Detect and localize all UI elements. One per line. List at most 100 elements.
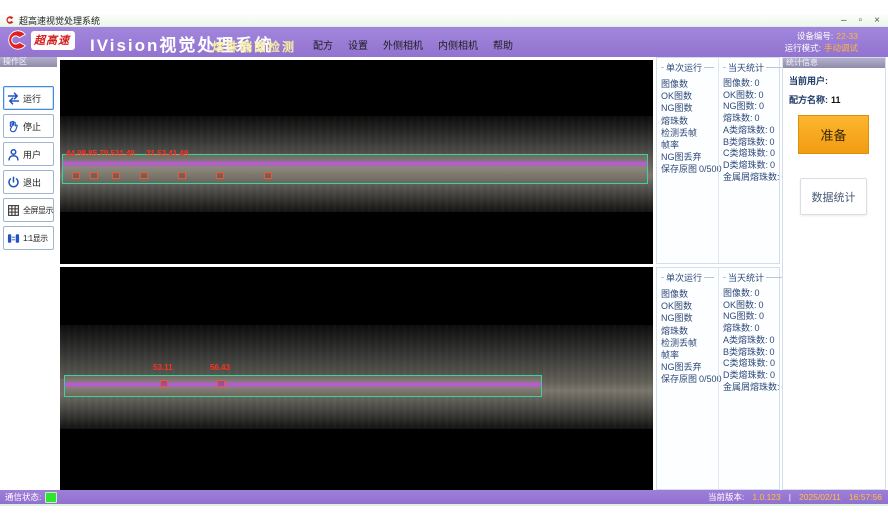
annotation-left: 44.98,85.79,531.49 <box>66 149 135 158</box>
fullscreen-button-label: 全屏显示 <box>23 205 53 216</box>
stat-row: 帧率 <box>661 349 714 361</box>
stat-row: A类熔珠数:0 <box>723 335 787 347</box>
status-bar: 通信状态: 当前版本: 1.0.123 | 2025/02/11 16:57:5… <box>0 490 888 504</box>
menu-item[interactable]: 设置 <box>348 37 368 52</box>
stat-row: 帧率 <box>661 139 714 151</box>
single-run-column: 单次运行 图像数OK图数NG图数熔珠数检测丢帧帧率NG图丢弃保存原图0/500 <box>657 58 718 263</box>
app-header: 超高速 IVision视觉处理系统 熔珠端面检测 配方设置外侧相机内侧相机帮助 … <box>0 27 888 57</box>
stat-row: D类熔珠数:0 <box>723 370 787 382</box>
stat-row: 图像数:0 <box>723 288 787 300</box>
defect-marker <box>112 172 120 179</box>
close-button[interactable]: × <box>874 16 880 26</box>
one-to-one-button-label: 1:1显示 <box>23 233 48 244</box>
ready-button[interactable]: 准备 <box>798 115 869 154</box>
stat-row: 熔珠数:0 <box>723 113 787 125</box>
fullscreen-button[interactable]: 全屏显示 <box>3 198 54 222</box>
stat-row: NG图数:0 <box>723 101 787 113</box>
camera-view-bottom[interactable]: 53.11 56.43 <box>60 267 653 490</box>
stat-row: 图像数:0 <box>723 78 787 90</box>
stop-hand-icon <box>5 118 21 134</box>
one-to-one-button[interactable]: 1:1显示 <box>3 226 54 250</box>
defect-marker <box>160 380 168 387</box>
run-button[interactable]: 运行 <box>3 86 54 110</box>
fullscreen-grid-icon <box>5 202 21 218</box>
recipe-name-line: 配方名称:11 <box>789 93 885 106</box>
stop-button-label: 停止 <box>23 120 41 133</box>
measurement-line <box>63 162 647 165</box>
stat-row: OK图数:0 <box>723 90 787 102</box>
minimize-button[interactable]: – <box>841 16 847 26</box>
stat-row: OK图数 <box>661 90 714 102</box>
detection-roi-rect <box>64 375 542 397</box>
power-icon <box>5 174 21 190</box>
stat-row: 熔珠数:0 <box>723 323 787 335</box>
stat-row: NG图丢弃 <box>661 361 714 373</box>
stat-row: B类熔珠数:0 <box>723 137 787 149</box>
recipe-name-value: 11 <box>831 95 841 105</box>
version-value: 1.0.123 <box>752 492 780 502</box>
stat-row: 保存原图0/500 <box>661 373 714 385</box>
app-logo-icon <box>5 15 15 25</box>
defect-marker <box>178 172 186 179</box>
main-window: 超高速视觉处理系统 – ▫ × 超高速 IVision视觉处理系统 熔珠端面检测… <box>0 0 888 522</box>
brand-swoosh-icon <box>5 29 29 51</box>
data-statistics-button[interactable]: 数据统计 <box>800 178 867 215</box>
comm-status-led <box>45 492 57 503</box>
today-stats-column: 当天统计 图像数:0OK图数:0NG图数:0熔珠数:0A类熔珠数:0B类熔珠数:… <box>718 58 791 263</box>
stat-row: 图像数 <box>661 288 714 300</box>
defect-marker <box>72 172 80 179</box>
menu-item[interactable]: 帮助 <box>493 37 513 52</box>
defect-marker <box>90 172 98 179</box>
version-label: 当前版本: <box>708 491 744 503</box>
version-info: 当前版本: 1.0.123 | 2025/02/11 16:57:56 <box>708 490 882 504</box>
exit-button[interactable]: 退出 <box>3 170 54 194</box>
stat-row: B类熔珠数:0 <box>723 347 787 359</box>
marker-value-2: 56.43 <box>210 363 230 372</box>
stat-row: NG图数 <box>661 312 714 324</box>
stat-row: D类熔珠数:0 <box>723 160 787 172</box>
defect-marker <box>264 172 272 179</box>
stat-row: 金属屑熔珠数:0 <box>723 382 787 394</box>
window-title: 超高速视觉处理系统 <box>19 14 100 27</box>
camera-view-top[interactable]: 44.98,85.79,531.49 31.53,41.49 <box>60 60 653 264</box>
sidebar-title: 操作区 <box>0 57 57 67</box>
measurement-line <box>65 383 541 386</box>
user-button[interactable]: 用户 <box>3 142 54 166</box>
run-icon <box>5 90 21 106</box>
stat-row: C类熔珠数:0 <box>723 148 787 160</box>
stop-button[interactable]: 停止 <box>3 114 54 138</box>
current-user-label: 当前用户: <box>789 76 828 86</box>
statistics-info-panel: 统计信息 当前用户: 配方名称:11 准备 数据统计 <box>782 57 886 490</box>
stat-row: A类熔珠数:0 <box>723 125 787 137</box>
menu-item[interactable]: 外侧相机 <box>383 37 423 52</box>
stat-row: 检测丢帧 <box>661 337 714 349</box>
stat-row: 金属屑熔珠数:0 <box>723 172 787 184</box>
brand-logo-text: 超高速 <box>31 31 75 50</box>
run-mode-label: 运行模式: <box>785 43 821 53</box>
defect-marker <box>216 172 224 179</box>
brand-logo: 超高速 <box>5 29 75 51</box>
restore-button[interactable]: ▫ <box>859 16 863 26</box>
one-to-one-icon <box>5 230 21 246</box>
menu-item[interactable]: 配方 <box>313 37 333 52</box>
stat-row: 保存原图0/500 <box>661 163 714 175</box>
stat-row: 熔珠数 <box>661 325 714 337</box>
time-value: 16:57:56 <box>849 492 882 502</box>
stat-row: NG图数:0 <box>723 311 787 323</box>
stat-row: 图像数 <box>661 78 714 90</box>
device-number-label: 设备编号: <box>797 31 833 41</box>
device-number-line: 设备编号:22-33 <box>785 30 858 42</box>
single-run-column: 单次运行 图像数OK图数NG图数熔珠数检测丢帧帧率NG图丢弃保存原图0/500 <box>657 268 718 489</box>
defect-marker <box>217 380 225 387</box>
user-icon <box>5 146 21 162</box>
stats-panel-top: 单次运行 图像数OK图数NG图数熔珠数检测丢帧帧率NG图丢弃保存原图0/500 … <box>656 57 780 264</box>
today-stats-title: 当天统计 <box>723 271 787 284</box>
stat-row: OK图数:0 <box>723 300 787 312</box>
user-button-label: 用户 <box>23 148 41 161</box>
single-run-title: 单次运行 <box>661 61 714 74</box>
defect-marker <box>140 172 148 179</box>
single-run-title: 单次运行 <box>661 271 714 284</box>
annotation-right: 31.53,41.49 <box>146 149 188 158</box>
menu-item[interactable]: 内侧相机 <box>438 37 478 52</box>
stat-row: 检测丢帧 <box>661 127 714 139</box>
